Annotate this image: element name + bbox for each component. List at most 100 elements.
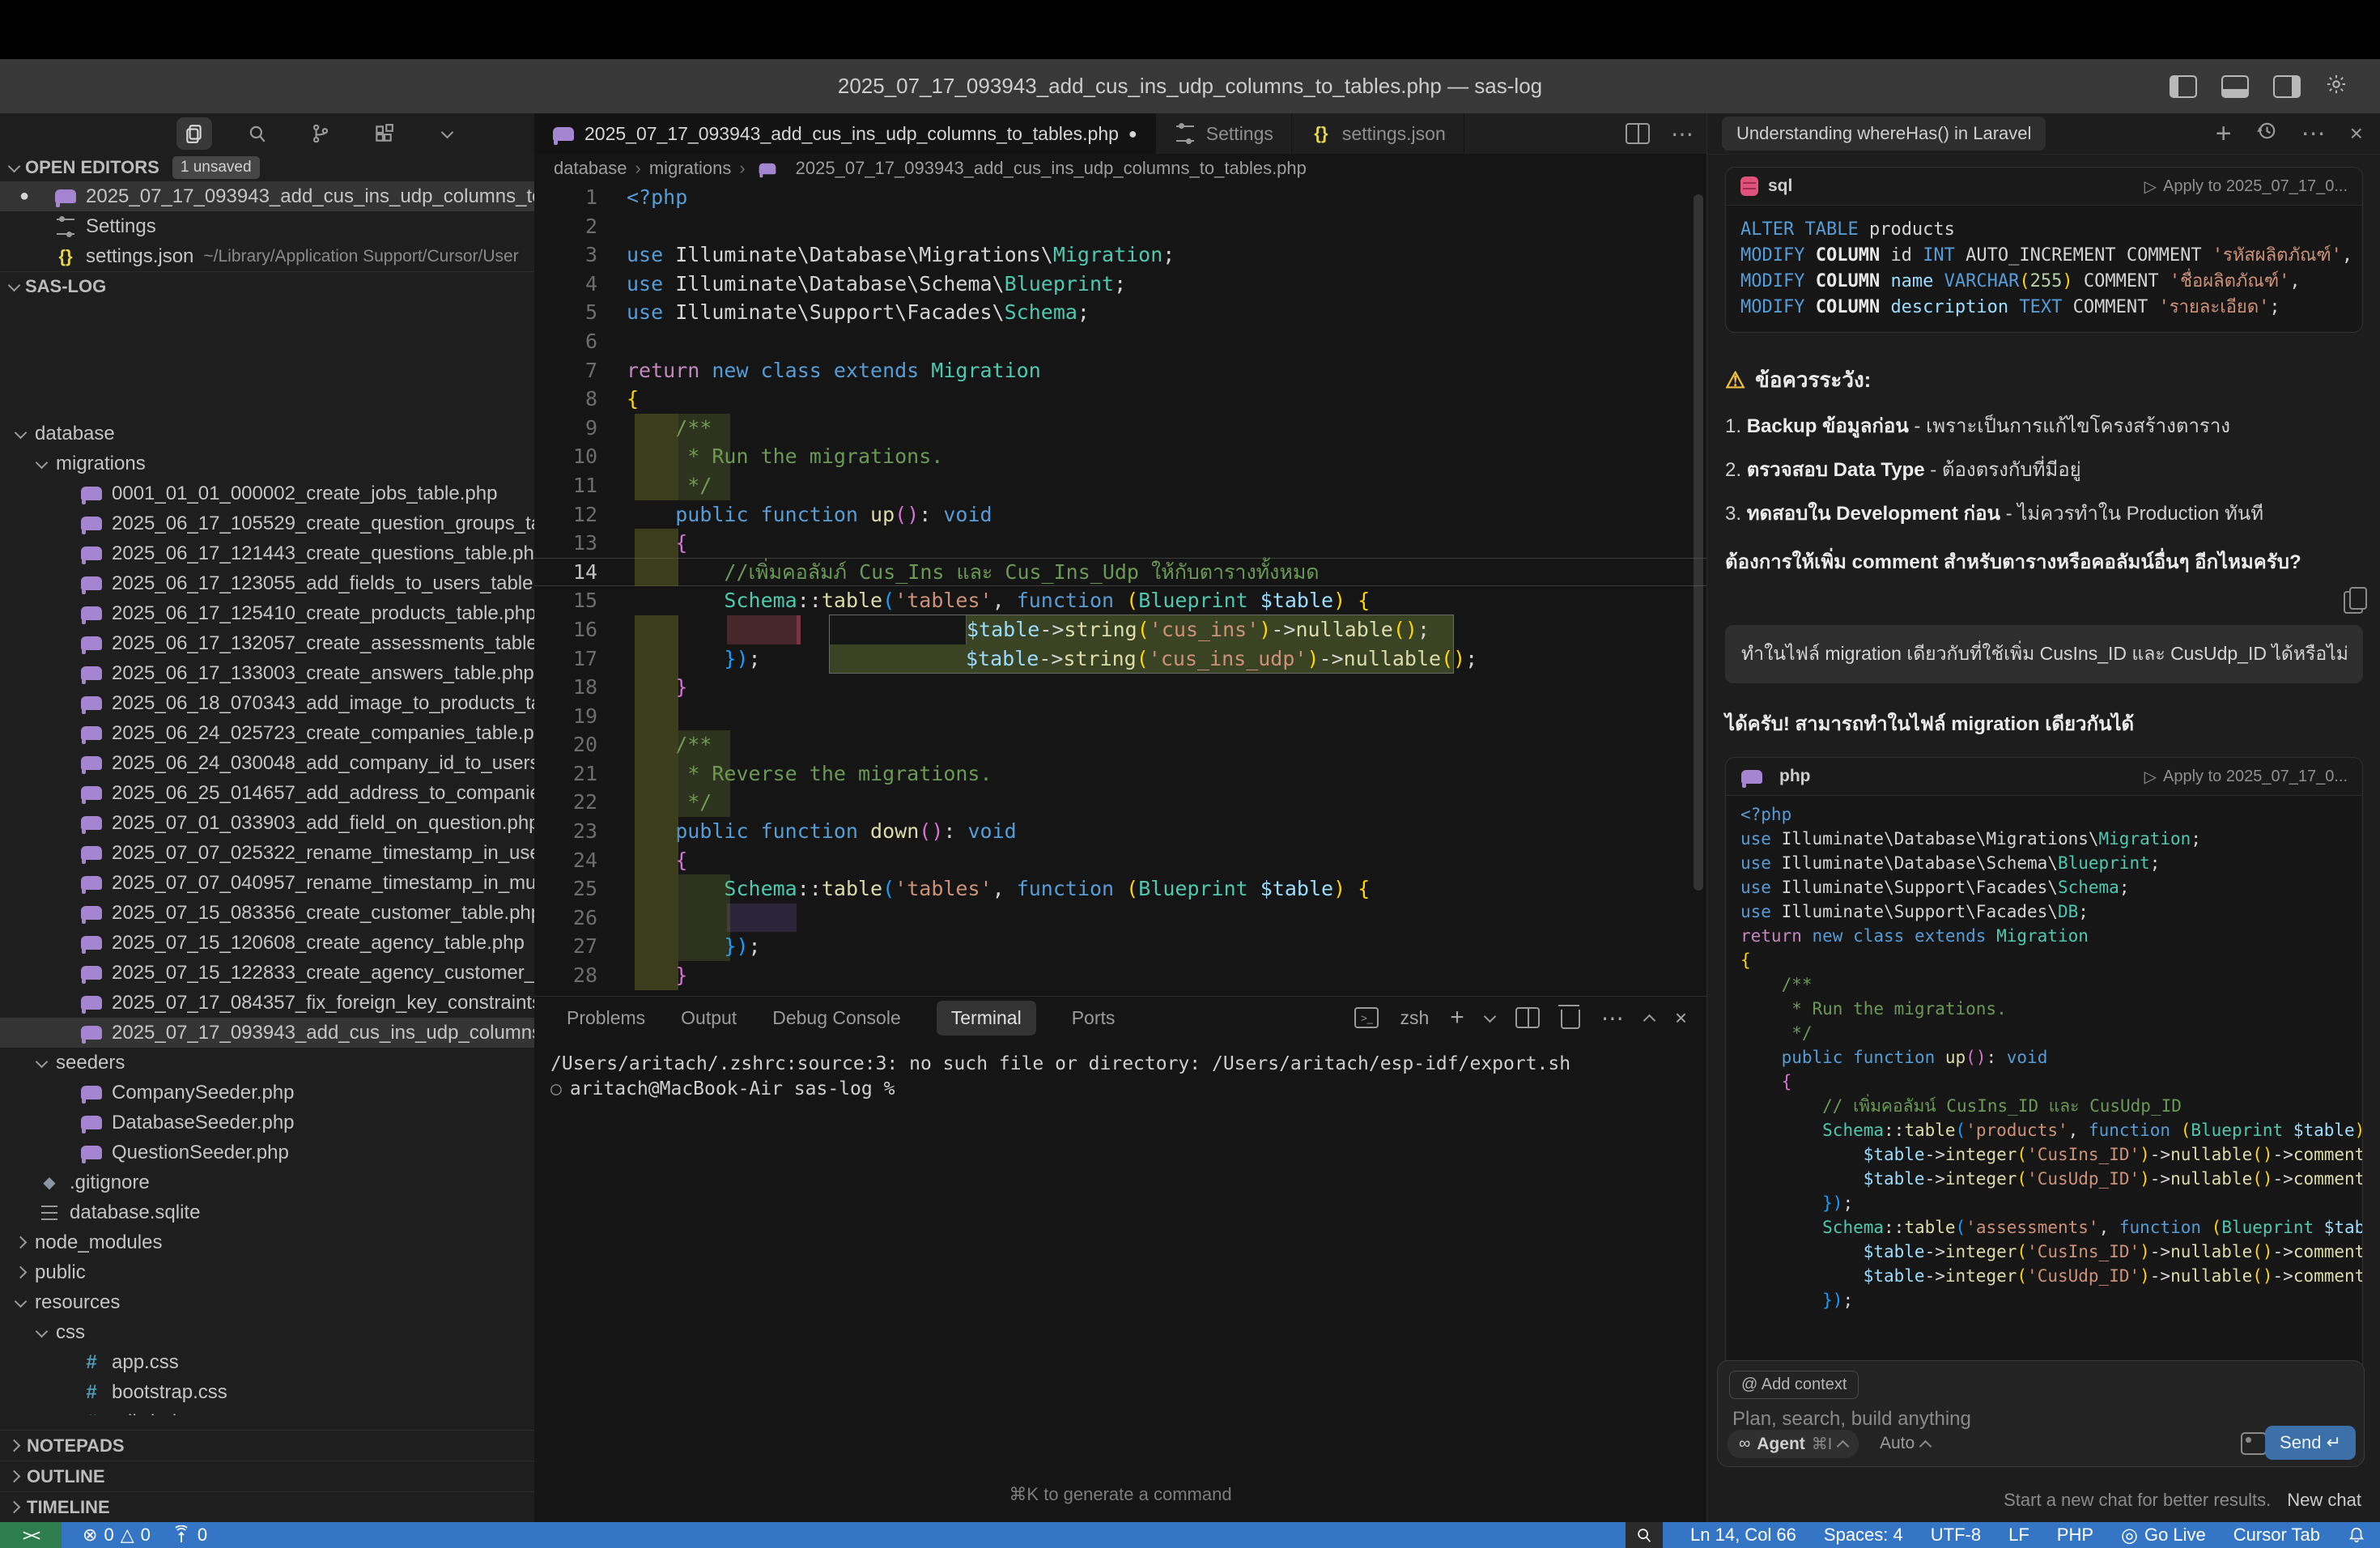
tree-item[interactable]: database bbox=[0, 419, 534, 449]
chat-tab[interactable]: Understanding whereHas() in Laravel bbox=[1722, 117, 2046, 151]
kill-terminal-icon[interactable] bbox=[1561, 1010, 1580, 1029]
code-line[interactable]: 21 * Reverse the migrations. bbox=[534, 759, 1706, 789]
tree-item[interactable]: 2025_07_15_083356_create_customer_table.… bbox=[0, 898, 534, 928]
tree-item[interactable]: migrations bbox=[0, 449, 534, 478]
status-item-go-live[interactable]: ◎Go Live bbox=[2121, 1524, 2206, 1547]
breadcrumb-file[interactable]: 2025_07_17_093943_add_cus_ins_udp_column… bbox=[796, 158, 1307, 179]
editor-scrollbar[interactable] bbox=[1694, 194, 1703, 891]
sidebar-section-outline[interactable]: OUTLINE bbox=[0, 1461, 534, 1491]
tree-item[interactable]: QuestionSeeder.php bbox=[0, 1138, 534, 1167]
tree-item[interactable]: 2025_06_25_014657_add_address_to_compani… bbox=[0, 778, 534, 808]
new-terminal-icon[interactable]: + bbox=[1450, 1004, 1464, 1031]
close-panel-icon[interactable]: × bbox=[1675, 1006, 1687, 1031]
tree-item[interactable]: #app.css bbox=[0, 1347, 534, 1377]
problems-indicator[interactable]: ⊗0 △0 bbox=[83, 1525, 151, 1546]
ports-indicator[interactable]: 0 bbox=[172, 1525, 207, 1546]
toggle-panel-icon[interactable] bbox=[2221, 75, 2249, 98]
status-item-php[interactable]: PHP bbox=[2057, 1525, 2093, 1546]
status-item-lf[interactable]: LF bbox=[2008, 1525, 2029, 1546]
send-button[interactable]: Send ↵ bbox=[2265, 1426, 2356, 1460]
code-line[interactable]: 13 { bbox=[534, 529, 1706, 558]
project-root-header[interactable]: SAS-LOG bbox=[0, 271, 534, 301]
status-item-utf-8[interactable]: UTF-8 bbox=[1931, 1525, 1981, 1546]
code-line[interactable]: 8{ bbox=[534, 385, 1706, 414]
code-editor[interactable]: 1<?php23use Illuminate\Database\Migratio… bbox=[534, 183, 1706, 996]
chat-input[interactable]: @ Add context Plan, search, build anythi… bbox=[1717, 1360, 2365, 1467]
tree-item[interactable]: 2025_06_17_133003_create_answers_table.p… bbox=[0, 658, 534, 688]
code-line[interactable]: 20 /** bbox=[534, 730, 1706, 759]
code-line[interactable]: 3use Illuminate\Database\Migrations\Migr… bbox=[534, 240, 1706, 270]
more-actions-icon[interactable]: ⋯ bbox=[1601, 1005, 1624, 1031]
breadcrumb[interactable]: database›migrations›2025_07_17_093943_ad… bbox=[534, 154, 1706, 183]
code-line[interactable]: 14 //เพิ่มคอลัมภ์ Cus_Ins และ Cus_Ins_Ud… bbox=[534, 558, 1706, 587]
code-line[interactable]: 19 bbox=[534, 702, 1706, 731]
apply-button[interactable]: ▷Apply to 2025_07_17_0... bbox=[2144, 176, 2348, 197]
tree-item[interactable]: #bootstrap.css bbox=[0, 1377, 534, 1407]
code-line[interactable]: 15 Schema::table('tables', function (Blu… bbox=[534, 586, 1706, 615]
tree-item[interactable]: CompanySeeder.php bbox=[0, 1078, 534, 1108]
toggle-secondary-sidebar-icon[interactable] bbox=[2273, 75, 2301, 98]
sidebar-section-timeline[interactable]: TIMELINE bbox=[0, 1491, 534, 1522]
tree-item[interactable]: 0001_01_01_000002_create_jobs_table.php bbox=[0, 478, 534, 508]
tree-item[interactable]: 2025_06_17_123055_add_fields_to_users_ta… bbox=[0, 568, 534, 598]
tree-item[interactable]: ◆.gitignore bbox=[0, 1167, 534, 1197]
code-line[interactable]: 4use Illuminate\Database\Schema\Blueprin… bbox=[534, 270, 1706, 299]
tab-settings-json[interactable]: {}settings.json bbox=[1292, 113, 1464, 154]
inline-suggestion-overlay[interactable]: $table->string('cus_ins')->nullable();$t… bbox=[830, 615, 1453, 673]
new-chat-link[interactable]: New chat bbox=[2287, 1490, 2361, 1511]
extensions-icon[interactable] bbox=[366, 117, 402, 150]
code-line[interactable]: 29}; bbox=[534, 990, 1706, 996]
zoom-chip[interactable] bbox=[1626, 1522, 1663, 1548]
code-line[interactable]: 24 { bbox=[534, 846, 1706, 875]
gear-icon[interactable] bbox=[2325, 73, 2348, 100]
sidebar-section-notepads[interactable]: NOTEPADS bbox=[0, 1430, 534, 1461]
status-item-cursor-tab[interactable]: Cursor Tab bbox=[2233, 1525, 2320, 1546]
tree-item[interactable]: 2025_06_18_070343_add_image_to_products_… bbox=[0, 688, 534, 718]
status-item-spaces-4[interactable]: Spaces: 4 bbox=[1824, 1525, 1903, 1546]
bell-icon[interactable] bbox=[2348, 1526, 2365, 1544]
search-icon[interactable] bbox=[240, 117, 275, 150]
code-line[interactable]: 18 } bbox=[534, 673, 1706, 702]
tree-item[interactable]: 2025_07_15_120608_create_agency_table.ph… bbox=[0, 928, 534, 958]
more-actions-icon[interactable]: ⋯ bbox=[2301, 120, 2326, 148]
model-selector[interactable]: Auto bbox=[1880, 1434, 1930, 1453]
tree-item[interactable]: 2025_06_24_025723_create_companies_table… bbox=[0, 718, 534, 748]
window-titlebar[interactable]: 2025_07_17_093943_add_cus_ins_udp_column… bbox=[0, 59, 2380, 113]
shell-name[interactable]: zsh bbox=[1400, 1007, 1429, 1029]
code-line[interactable]: 6 bbox=[534, 327, 1706, 356]
tree-item[interactable]: 2025_07_07_040957_rename_timestamp_in_mu… bbox=[0, 868, 534, 898]
tree-item[interactable]: 2025_07_17_093943_add_cus_ins_udp_column… bbox=[0, 1018, 534, 1048]
tree-item[interactable]: #tailwind.css bbox=[0, 1407, 534, 1415]
status-item-ln-14-col-66[interactable]: Ln 14, Col 66 bbox=[1690, 1525, 1796, 1546]
chevron-down-icon[interactable] bbox=[1484, 1010, 1497, 1023]
add-context-chip[interactable]: @ Add context bbox=[1729, 1371, 1859, 1399]
explorer-icon[interactable] bbox=[176, 117, 212, 150]
open-editor-item[interactable]: {}settings.json~/Library/Application Sup… bbox=[0, 241, 534, 271]
code-line[interactable]: 1<?php bbox=[534, 183, 1706, 212]
attach-image-icon[interactable] bbox=[2241, 1432, 2267, 1455]
history-icon[interactable] bbox=[2256, 120, 2277, 147]
tree-item[interactable]: 2025_06_17_125410_create_products_table.… bbox=[0, 598, 534, 628]
chevron-down-icon[interactable] bbox=[429, 117, 465, 150]
copy-icon[interactable] bbox=[2344, 591, 2363, 614]
tree-item[interactable]: 2025_07_01_033903_add_field_on_question.… bbox=[0, 808, 534, 838]
open-editors-header[interactable]: OPEN EDITORS 1 unsaved bbox=[0, 154, 534, 181]
code-line[interactable]: 22 */ bbox=[534, 788, 1706, 817]
tree-item[interactable]: 2025_06_24_030048_add_company_id_to_user… bbox=[0, 748, 534, 778]
code-line[interactable]: 23 public function down(): void bbox=[534, 817, 1706, 846]
more-actions-icon[interactable]: ⋯ bbox=[1671, 121, 1694, 147]
tree-item[interactable]: 2025_06_17_105529_create_question_groups… bbox=[0, 508, 534, 538]
code-line[interactable]: 2 bbox=[534, 212, 1706, 241]
panel-tab-debug-console[interactable]: Debug Console bbox=[772, 1007, 901, 1029]
tree-item[interactable]: resources bbox=[0, 1287, 534, 1317]
code-line[interactable]: 27 }); bbox=[534, 932, 1706, 961]
maximize-panel-icon[interactable] bbox=[1643, 1014, 1656, 1027]
tree-item[interactable]: 2025_07_07_025322_rename_timestamp_in_us… bbox=[0, 838, 534, 868]
tree-item[interactable]: css bbox=[0, 1317, 534, 1347]
panel-tab-problems[interactable]: Problems bbox=[567, 1007, 645, 1029]
code-line[interactable]: 10 * Run the migrations. bbox=[534, 442, 1706, 471]
breadcrumb-segment[interactable]: migrations bbox=[649, 158, 731, 179]
open-editor-item[interactable]: Settings bbox=[0, 211, 534, 241]
toggle-sidebar-icon[interactable] bbox=[2170, 75, 2197, 98]
tree-item[interactable]: node_modules bbox=[0, 1227, 534, 1257]
